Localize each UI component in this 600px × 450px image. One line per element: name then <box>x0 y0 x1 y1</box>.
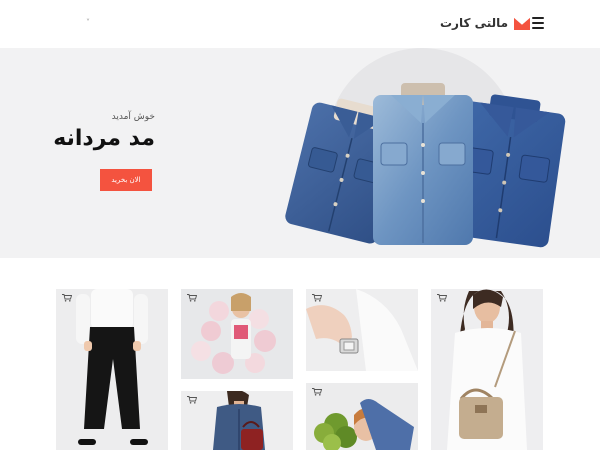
site-logo[interactable]: مالتی کارت <box>440 14 531 32</box>
product-image <box>314 399 414 450</box>
product-image <box>306 289 418 371</box>
product-image <box>191 293 276 374</box>
product-card[interactable] <box>306 383 418 450</box>
product-card[interactable] <box>306 289 418 371</box>
hero-title: مد مردانه <box>53 126 155 151</box>
product-card[interactable] <box>181 391 293 450</box>
brand-name: مالتی کارت <box>440 16 509 30</box>
logo-icon <box>513 16 531 30</box>
product-image <box>213 391 265 450</box>
site-header: ˅ مالتی کارت <box>0 0 600 48</box>
product-card[interactable] <box>431 289 543 450</box>
product-image <box>447 289 527 450</box>
chevron-down-icon[interactable]: ˅ <box>86 18 90 27</box>
hero-welcome-text: خوش آمدید <box>111 112 155 122</box>
shop-now-button[interactable]: الان بخرید <box>100 169 152 191</box>
hero-banner: خوش آمدید مد مردانه الان بخرید <box>0 48 600 258</box>
product-image <box>76 289 148 445</box>
denim-shirts-image <box>285 83 566 248</box>
hamburger-menu-icon[interactable] <box>532 17 544 29</box>
product-card[interactable] <box>181 289 293 379</box>
product-card[interactable] <box>56 289 168 450</box>
